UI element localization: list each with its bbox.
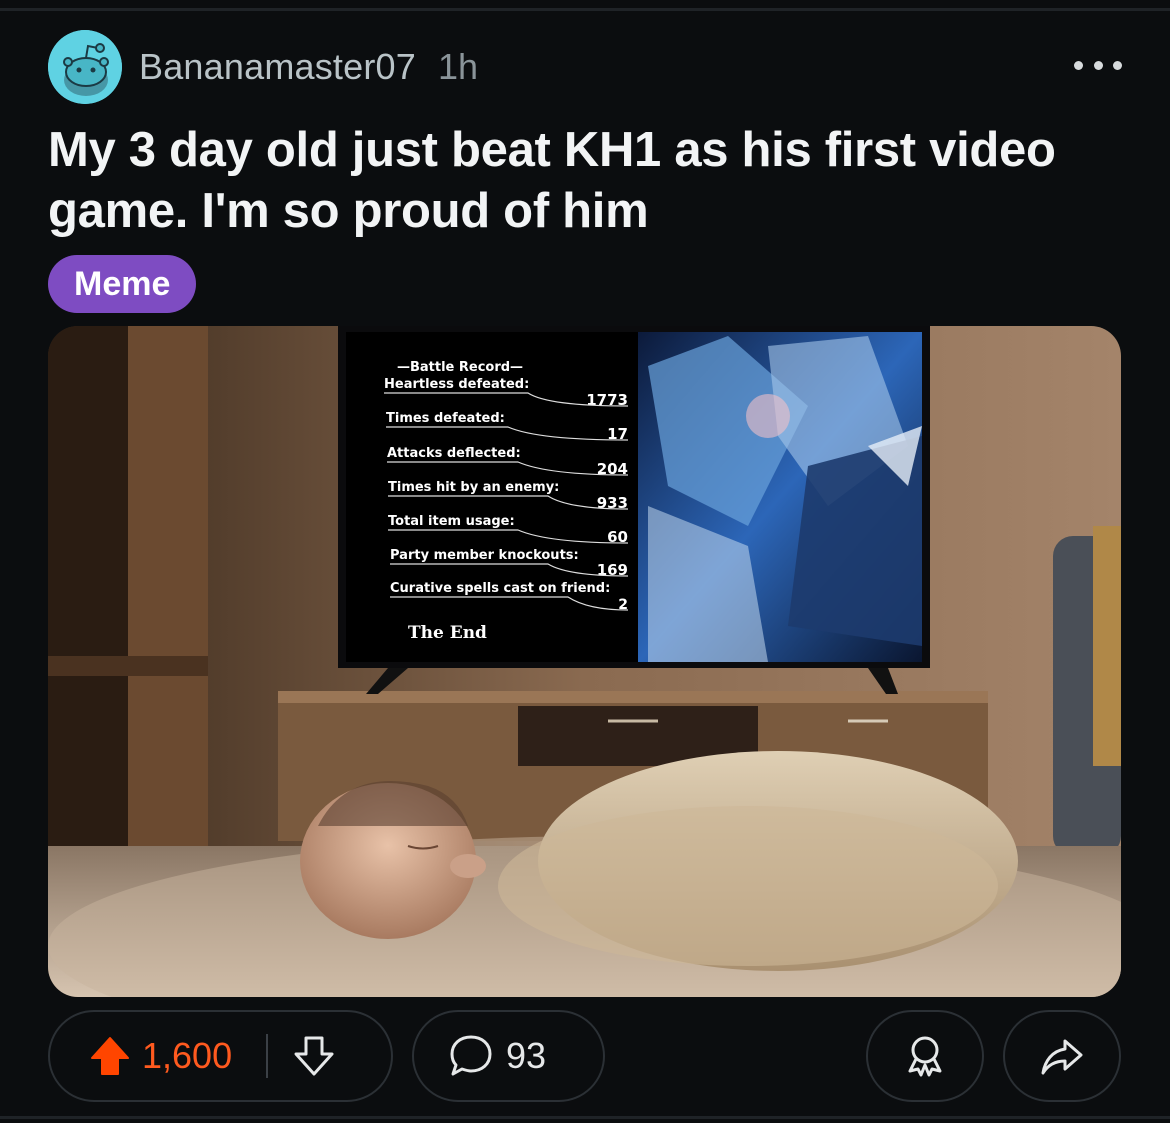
upvote-count: 1,600 <box>142 1035 233 1076</box>
battle-record-heading: —Battle Record— <box>397 360 523 375</box>
comment-count: 93 <box>506 1035 547 1076</box>
more-icon[interactable] <box>1074 50 1122 80</box>
post-header: Bananamaster07 1h <box>48 30 1122 104</box>
record-label-1: Times defeated: <box>386 411 505 426</box>
share-icon <box>1039 1033 1085 1079</box>
record-label-2: Attacks deflected: <box>387 446 521 461</box>
share-button[interactable] <box>1003 1010 1121 1102</box>
comment-icon <box>448 1033 494 1079</box>
upvote-icon[interactable] <box>88 1034 132 1078</box>
record-label-4: Total item usage: <box>388 514 515 529</box>
record-label-3: Times hit by an enemy: <box>388 480 559 495</box>
action-bar: 1,600 93 <box>48 1010 1121 1104</box>
vote-divider <box>266 1034 269 1078</box>
bottom-divider <box>0 1116 1170 1119</box>
downvote-icon[interactable] <box>292 1034 336 1078</box>
username[interactable]: Bananamaster07 <box>139 46 416 88</box>
flair-badge[interactable]: Meme <box>48 255 197 313</box>
record-label-5: Party member knockouts: <box>390 548 579 563</box>
avatar[interactable] <box>48 30 122 104</box>
reddit-snoo-icon <box>48 30 122 104</box>
comments-button[interactable]: 93 <box>412 1010 605 1102</box>
vote-control: 1,600 <box>48 1010 393 1102</box>
post-image[interactable]: —Battle Record— Heartless defeated: 1773… <box>48 326 1121 997</box>
post-time: 1h <box>437 46 479 87</box>
award-button[interactable] <box>866 1010 984 1102</box>
photo-baby-kh1-credits: —Battle Record— Heartless defeated: 1773… <box>48 326 1121 997</box>
post-title[interactable]: My 3 day old just beat KH1 as his first … <box>48 120 1128 242</box>
award-icon <box>902 1033 948 1079</box>
record-label-6: Curative spells cast on friend: <box>390 581 610 596</box>
record-value-6: 2 <box>618 597 628 613</box>
top-divider <box>0 8 1170 11</box>
the-end-text: The End <box>408 623 487 643</box>
record-label-0: Heartless defeated: <box>384 377 529 392</box>
